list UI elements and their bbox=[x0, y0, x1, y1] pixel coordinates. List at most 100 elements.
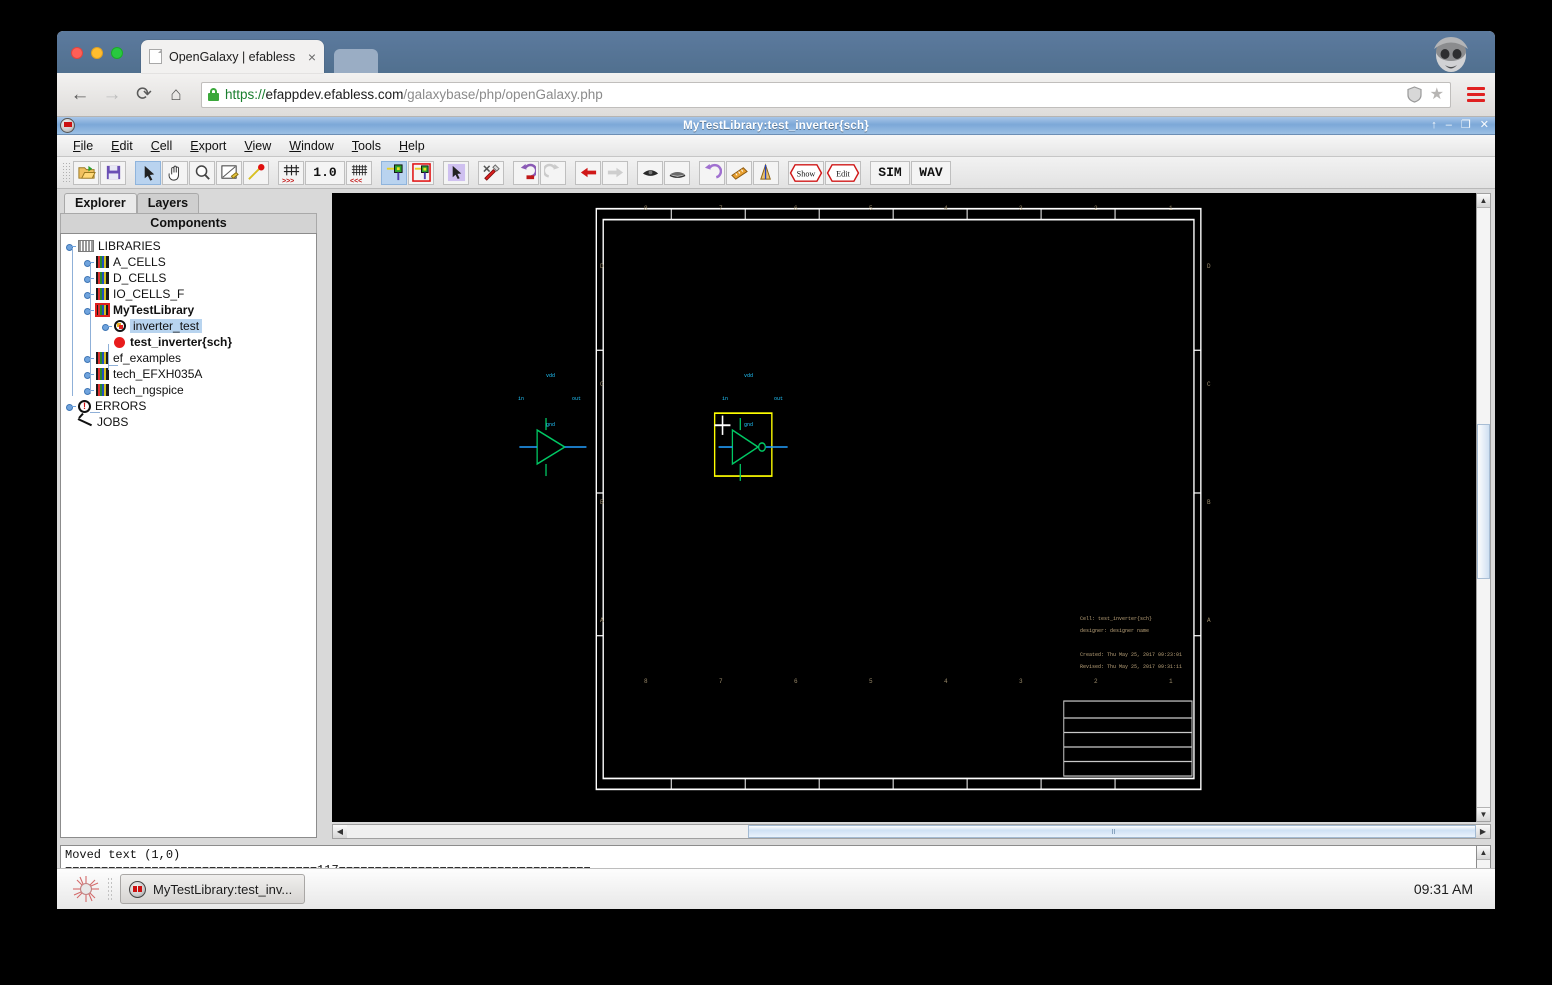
scroll-left-button[interactable]: ◀ bbox=[333, 825, 347, 838]
taskbar-window-button[interactable]: MyTestLibrary:test_inv... bbox=[120, 874, 306, 904]
tree-item-mytestlibrary[interactable]: MyTestLibrary bbox=[61, 302, 316, 318]
forward-button[interactable]: → bbox=[97, 80, 127, 110]
ruler-top-label: 5 bbox=[869, 205, 873, 212]
grid-smaller-button[interactable]: <<< bbox=[346, 160, 372, 185]
tree-item-ef_examples[interactable]: ef_examples bbox=[61, 350, 316, 366]
maximize-window-button[interactable]: ❐ bbox=[1461, 120, 1471, 131]
hamburger-menu-icon[interactable] bbox=[1465, 84, 1487, 106]
browser-tab[interactable]: OpenGalaxy | efabless × bbox=[141, 40, 324, 73]
expander-icon[interactable] bbox=[83, 369, 94, 380]
close-window-button[interactable] bbox=[71, 47, 83, 59]
pan-tool-button[interactable] bbox=[162, 160, 188, 185]
toggle-export-display-button[interactable] bbox=[408, 160, 434, 185]
menu-export[interactable]: Export bbox=[182, 137, 234, 155]
show-button[interactable]: Show bbox=[788, 160, 824, 185]
scroll-right-button[interactable]: ▶ bbox=[1476, 825, 1490, 838]
grid-larger-button[interactable]: >>> bbox=[278, 160, 304, 185]
open-library-button[interactable] bbox=[73, 160, 99, 185]
vscroll-track[interactable] bbox=[1477, 208, 1490, 807]
tab-layers[interactable]: Layers bbox=[136, 193, 200, 213]
tree-connector bbox=[90, 412, 100, 413]
url-scheme: https:// bbox=[225, 87, 266, 102]
rotate-button[interactable] bbox=[699, 160, 725, 185]
wav-button[interactable]: WAV bbox=[911, 160, 951, 185]
preferences-button[interactable] bbox=[478, 160, 504, 185]
menu-edit[interactable]: Edit bbox=[103, 137, 141, 155]
scroll-up-button[interactable]: ▲ bbox=[1477, 194, 1490, 208]
undo-button[interactable] bbox=[513, 160, 539, 185]
select-tool-button[interactable] bbox=[135, 160, 161, 185]
browser-navbar: ← → ⟳ ⌂ https://efappdev.efabless.com/ga… bbox=[57, 73, 1495, 117]
expander-icon[interactable] bbox=[65, 241, 76, 252]
back-button[interactable]: ← bbox=[65, 80, 95, 110]
minimize-window-button[interactable]: – bbox=[1446, 120, 1452, 131]
toolbar-drag-handle[interactable] bbox=[62, 161, 70, 184]
outline-tool-button[interactable] bbox=[216, 160, 242, 185]
menu-window[interactable]: Window bbox=[281, 137, 341, 155]
start-menu-icon[interactable] bbox=[71, 874, 101, 904]
canvas-vertical-scrollbar[interactable]: ▲ ▼ bbox=[1476, 193, 1491, 822]
expander-icon[interactable] bbox=[83, 257, 94, 268]
hide-button[interactable] bbox=[664, 160, 690, 185]
menu-file[interactable]: File bbox=[65, 137, 101, 155]
go-back-button[interactable] bbox=[575, 160, 601, 185]
select-objects-button[interactable] bbox=[443, 160, 469, 185]
expander-icon[interactable] bbox=[65, 401, 76, 412]
zoom-window-button[interactable] bbox=[111, 47, 123, 59]
hscroll-thumb[interactable] bbox=[747, 825, 1476, 838]
tree-item-a_cells[interactable]: A_CELLS bbox=[61, 254, 316, 270]
console-scroll-up-button[interactable]: ▲ bbox=[1477, 846, 1490, 860]
taskbar-drag-handle[interactable] bbox=[107, 877, 114, 901]
expander-icon[interactable] bbox=[83, 273, 94, 284]
hscroll-grip[interactable] bbox=[1111, 829, 1115, 834]
ruler-button[interactable] bbox=[726, 160, 752, 185]
zoom-tool-button[interactable] bbox=[189, 160, 215, 185]
expander-icon[interactable] bbox=[101, 321, 112, 332]
tree-item-io_cells_f[interactable]: IO_CELLS_F bbox=[61, 286, 316, 302]
vscroll-thumb[interactable] bbox=[1477, 423, 1490, 580]
tab-explorer[interactable]: Explorer bbox=[64, 193, 137, 213]
rollup-window-button[interactable]: ↑ bbox=[1431, 120, 1437, 131]
schematic-drawing bbox=[519, 207, 1202, 791]
browser-tabstrip: OpenGalaxy | efabless × bbox=[57, 31, 1495, 73]
menu-help[interactable]: Help bbox=[391, 137, 433, 155]
schematic-canvas[interactable]: 8 7 6 5 4 3 2 1 8 7 6 5 4 3 2 1 D C B A D C B A vdd in out gnd v… bbox=[332, 193, 1476, 822]
tree-item-d_cells[interactable]: D_CELLS bbox=[61, 270, 316, 286]
expander-icon[interactable] bbox=[83, 289, 94, 300]
scroll-down-button[interactable]: ▼ bbox=[1477, 807, 1490, 821]
sim-button[interactable]: SIM bbox=[870, 160, 910, 185]
close-window-button[interactable]: ✕ bbox=[1480, 120, 1489, 131]
save-library-button[interactable] bbox=[100, 160, 126, 185]
menu-view[interactable]: View bbox=[236, 137, 279, 155]
menu-cell[interactable]: Cell bbox=[143, 137, 181, 155]
pin-label-out: out bbox=[572, 396, 582, 402]
expander-icon[interactable] bbox=[83, 385, 94, 396]
minimize-window-button[interactable] bbox=[91, 47, 103, 59]
reload-button[interactable]: ⟳ bbox=[129, 80, 159, 110]
canvas-horizontal-scrollbar[interactable]: ◀ ▶ bbox=[332, 824, 1491, 839]
star-icon[interactable]: ★ bbox=[1430, 86, 1444, 103]
tree-item-jobs[interactable]: JOBS bbox=[61, 414, 316, 430]
tree-item-tech_ngspice[interactable]: tech_ngspice bbox=[61, 382, 316, 398]
expander-icon[interactable] bbox=[83, 305, 94, 316]
tree-item-inverter_test[interactable]: inverter_test bbox=[61, 318, 316, 334]
wiring-tool-button[interactable] bbox=[243, 160, 269, 185]
tree-item-libraries[interactable]: LIBRARIES bbox=[61, 238, 316, 254]
expander-icon[interactable] bbox=[83, 353, 94, 364]
new-tab-button[interactable] bbox=[334, 49, 378, 73]
component-tree[interactable]: LIBRARIES A_CELLS D_CELLS IO_CELLS_F MyTestL… bbox=[60, 233, 317, 838]
hscroll-track[interactable] bbox=[347, 825, 1476, 838]
tree-item-tech_efxh035a[interactable]: tech_EFXH035A bbox=[61, 366, 316, 382]
address-bar[interactable]: https://efappdev.efabless.com/galaxybase… bbox=[201, 81, 1451, 108]
home-button[interactable]: ⌂ bbox=[161, 80, 191, 110]
close-icon[interactable]: × bbox=[302, 49, 316, 65]
measure-button[interactable] bbox=[753, 160, 779, 185]
peek-button[interactable] bbox=[637, 160, 663, 185]
toggle-port-display-button[interactable] bbox=[381, 160, 407, 185]
edit-button[interactable]: Edit bbox=[825, 160, 861, 185]
shield-icon[interactable] bbox=[1407, 86, 1422, 103]
menu-tools[interactable]: Tools bbox=[344, 137, 389, 155]
grid-scale-value[interactable]: 1.0 bbox=[305, 160, 345, 185]
tree-item-test_invertersch[interactable]: test_inverter{sch} bbox=[61, 334, 316, 350]
window-traffic-lights[interactable] bbox=[71, 47, 123, 59]
